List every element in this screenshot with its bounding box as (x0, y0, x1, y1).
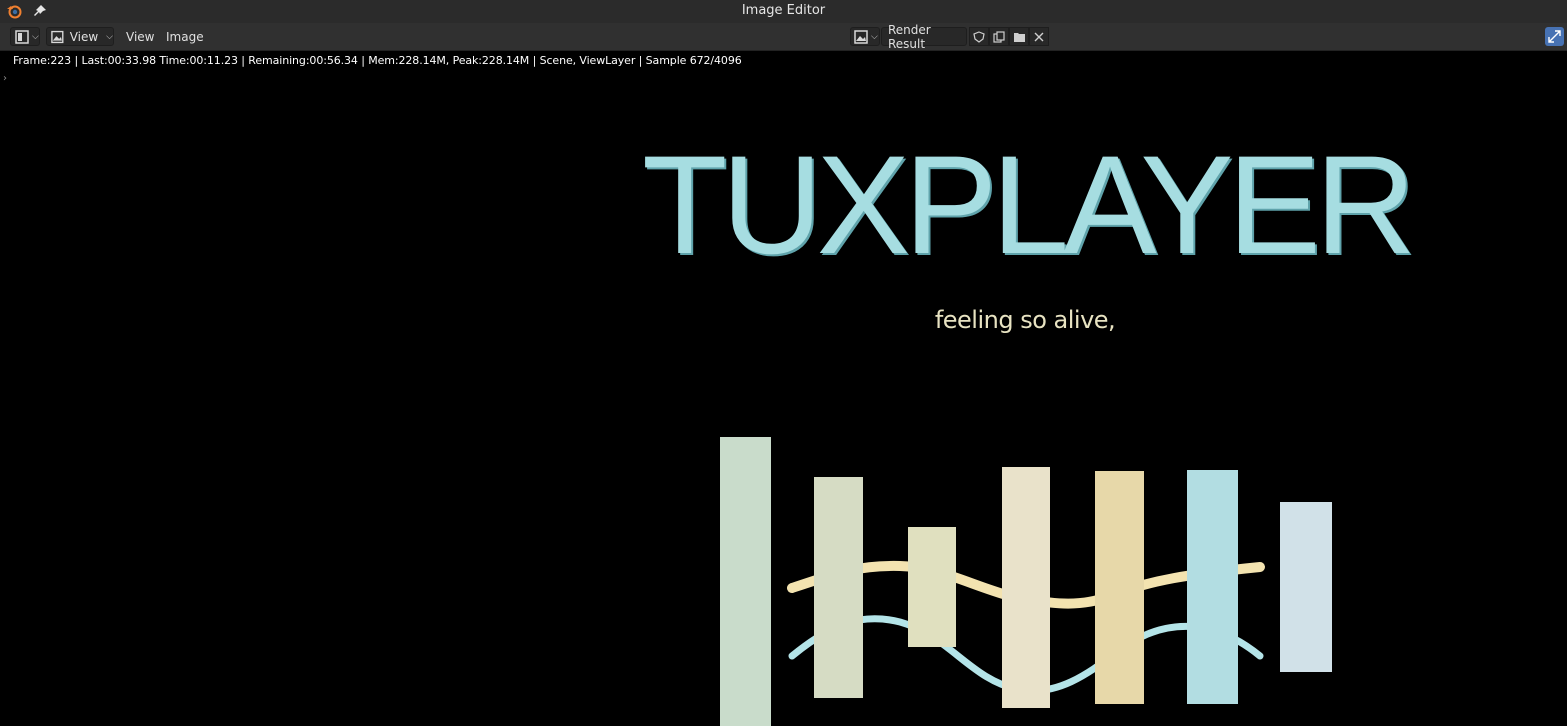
bar-3 (908, 527, 956, 647)
bar-6 (1187, 470, 1238, 704)
bar-1 (720, 437, 771, 726)
bar-7 (1280, 502, 1332, 672)
bar-2 (814, 477, 863, 698)
bar-4 (1002, 467, 1050, 708)
render-visual (720, 437, 1332, 726)
bar-5 (1095, 471, 1144, 704)
